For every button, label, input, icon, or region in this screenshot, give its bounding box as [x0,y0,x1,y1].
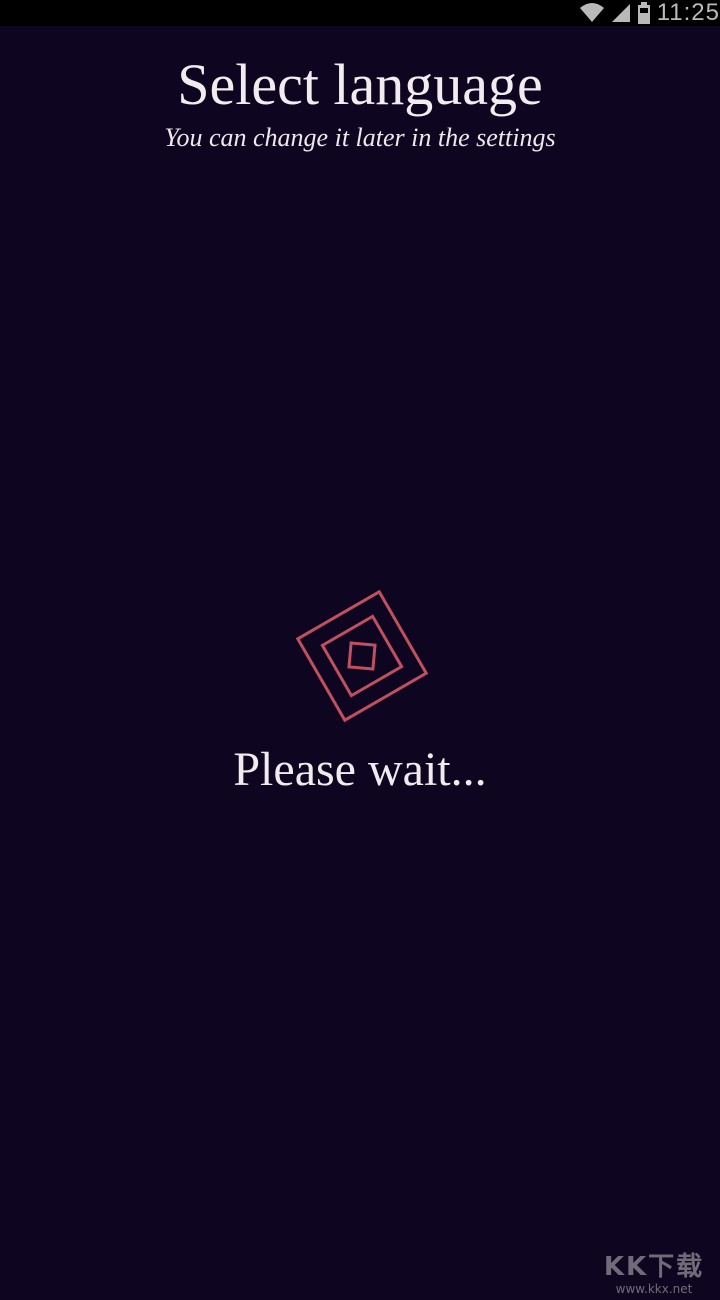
watermark-logo: KK下载 [603,1252,705,1282]
status-time: 11:25 [656,0,720,26]
battery-icon [637,2,650,24]
wifi-icon [579,3,604,22]
watermark-url: www.kkx.net [615,1282,693,1296]
header: Select language You can change it later … [0,50,720,156]
loading-message: Please wait... [233,743,487,796]
status-bar: 11:25 [0,0,720,26]
status-icons: 11:25 [579,0,720,26]
page-title: Select language [177,52,543,117]
loading-diamond-icon [295,589,429,723]
cellular-signal-icon [611,4,630,22]
page-subtitle: You can change it later in the settings [164,123,556,152]
language-select-screen: 11:25 Select language You can change it … [0,0,720,1300]
watermark: KK下载 www.kkx.net [594,1252,714,1296]
